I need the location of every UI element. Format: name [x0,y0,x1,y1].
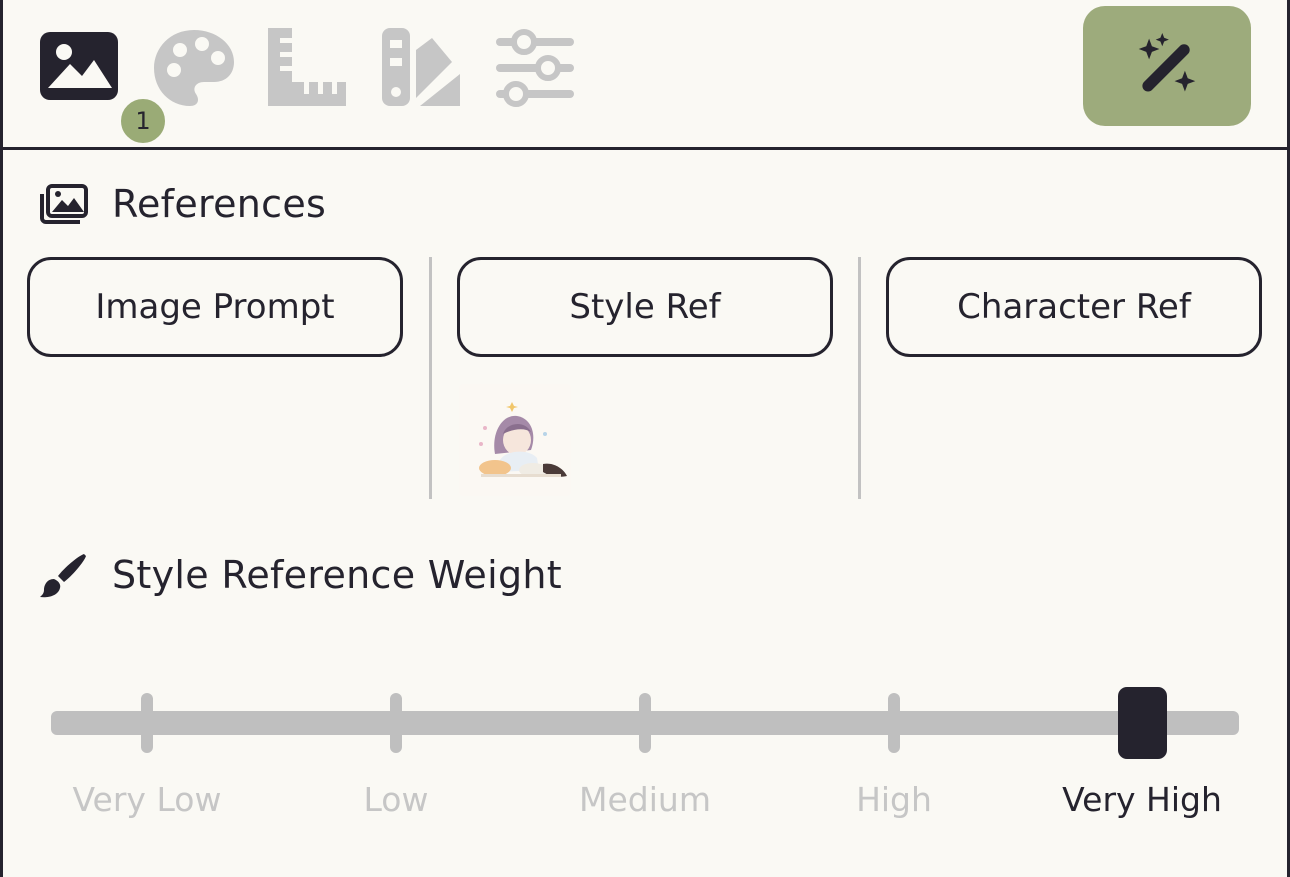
tab-images[interactable]: 1 [38,26,168,146]
style-weight-header: Style Reference Weight [38,552,562,598]
tab-dimensions[interactable] [266,26,350,110]
tab-settings[interactable] [494,26,578,110]
image-icon [40,32,118,100]
references-header: References [38,182,326,226]
column-divider [429,257,432,499]
slider-tick [639,693,651,753]
generate-button[interactable] [1083,6,1251,126]
sliders-icon [496,29,574,107]
references-title: References [112,182,327,226]
swatch-icon [382,28,460,106]
anime-girl-thumbnail-image [459,384,571,496]
magic-wand-icon [1138,33,1196,92]
style-weight-slider-handle[interactable] [1118,687,1167,759]
level-very-low[interactable]: Very Low [37,780,257,819]
tab-palette[interactable] [152,26,236,110]
slider-tick [888,693,900,753]
level-high[interactable]: High [784,780,1004,819]
brush-icon [40,554,86,598]
level-medium[interactable]: Medium [535,780,755,819]
toolbar: 1 [0,0,1290,150]
palette-icon [154,30,234,106]
level-low[interactable]: Low [286,780,506,819]
style-ref-button[interactable]: Style Ref [457,257,833,357]
tab-swatches[interactable] [380,26,464,110]
ruler-icon [268,28,346,106]
slider-tick [390,693,402,753]
image-stack-icon [40,184,88,224]
style-weight-title: Style Reference Weight [112,553,562,597]
image-prompt-button[interactable]: Image Prompt [27,257,403,357]
character-ref-button[interactable]: Character Ref [886,257,1262,357]
style-ref-thumbnail[interactable] [459,384,571,496]
level-very-high[interactable]: Very High [1032,780,1252,819]
slider-tick [141,693,153,753]
column-divider [858,257,861,499]
